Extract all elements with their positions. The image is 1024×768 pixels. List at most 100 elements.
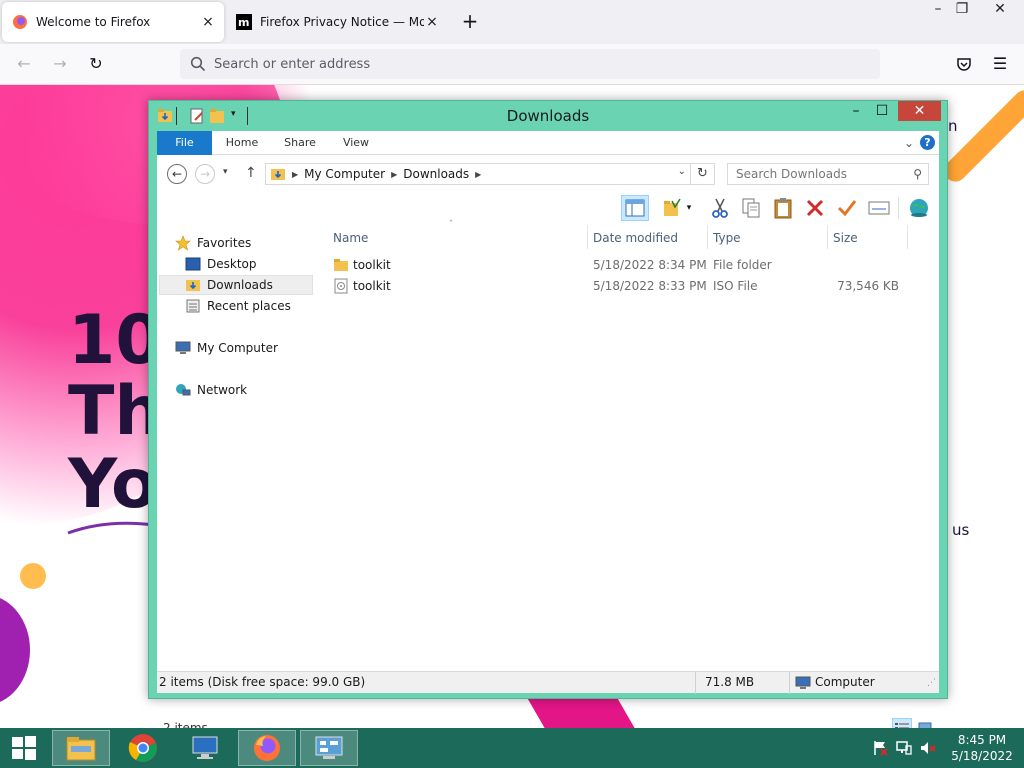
mozilla-icon: m xyxy=(236,14,252,30)
tab-share[interactable]: Share xyxy=(277,131,323,155)
taskbar-control-panel[interactable] xyxy=(300,730,358,766)
close-window-button[interactable]: ✕ xyxy=(898,101,941,121)
clipboard-icon xyxy=(774,198,792,219)
new-tab-button[interactable]: + xyxy=(458,10,482,34)
computer-icon xyxy=(192,736,218,759)
breadcrumb-my-computer[interactable]: My Computer xyxy=(304,167,385,181)
file-size: 73,546 KB xyxy=(837,279,899,293)
file-date: 5/18/2022 8:34 PM xyxy=(593,258,707,272)
file-row[interactable]: toolkit 5/18/2022 8:34 PM File folder xyxy=(327,255,939,276)
globe-button[interactable] xyxy=(905,195,933,221)
properties-button[interactable] xyxy=(865,195,893,221)
firefox-nav-bar: ← → ↻ Search or enter address ☰ xyxy=(0,44,1024,85)
taskbar-clock[interactable]: 8:45 PM 5/18/2022 xyxy=(946,732,1018,764)
forward-arrow-icon[interactable]: → xyxy=(48,52,72,76)
paste-button[interactable] xyxy=(769,195,797,221)
status-bar: 2 items (Disk free space: 99.0 GB) 71.8 … xyxy=(157,671,939,694)
taskbar-chrome[interactable] xyxy=(114,730,172,766)
start-button[interactable] xyxy=(0,728,48,768)
search-icon xyxy=(190,56,206,72)
taskbar-file-explorer[interactable] xyxy=(52,730,110,766)
svg-text:m: m xyxy=(238,16,249,29)
file-row[interactable]: toolkit 5/18/2022 8:33 PM ISO File 73,54… xyxy=(327,276,939,297)
tab-title: Firefox Privacy Notice — Mozilla xyxy=(260,15,424,29)
maximize-icon[interactable]: ☐ xyxy=(869,101,895,121)
clock-time: 8:45 PM xyxy=(957,733,1007,747)
delete-button[interactable] xyxy=(801,195,829,221)
forward-arrow-icon[interactable]: → xyxy=(195,164,215,184)
navigation-pane: Favorites Desktop Downloads Recent place… xyxy=(157,223,317,667)
column-header-size[interactable]: Size xyxy=(833,228,858,248)
explorer-title-bar[interactable]: ▾ Downloads – ☐ ✕ xyxy=(149,101,947,131)
taskbar-firefox[interactable] xyxy=(238,730,296,766)
taskbar-computer[interactable] xyxy=(176,730,234,766)
copy-icon xyxy=(742,198,760,218)
url-placeholder: Search or enter address xyxy=(214,56,371,72)
search-icon: ⚲ xyxy=(913,167,922,181)
back-arrow-icon[interactable]: ← xyxy=(167,164,187,184)
reload-icon[interactable]: ↻ xyxy=(84,52,108,76)
nav-downloads[interactable]: Downloads xyxy=(159,275,313,295)
preview-pane-button[interactable] xyxy=(621,195,649,221)
action-center-flag-icon[interactable] xyxy=(872,740,888,756)
search-placeholder: Search Downloads xyxy=(736,167,847,181)
folder-icon xyxy=(334,259,348,271)
change-view-button[interactable]: ▾ xyxy=(657,195,697,221)
help-icon[interactable]: ? xyxy=(920,135,935,150)
sort-indicator-icon: ˄ xyxy=(449,219,453,228)
file-list: ˄ Name Date modified Type Size toolkit 5… xyxy=(327,219,939,667)
address-dropdown-icon[interactable]: ⌄ xyxy=(678,166,686,177)
clock-date: 5/18/2022 xyxy=(951,749,1013,763)
firefox-icon xyxy=(13,15,27,29)
rename-button[interactable] xyxy=(833,195,861,221)
pocket-icon[interactable] xyxy=(952,52,976,76)
nav-network[interactable]: Network xyxy=(175,380,315,400)
scissors-icon xyxy=(712,198,728,218)
restore-icon[interactable]: ❐ xyxy=(944,0,980,20)
breadcrumb-separator-icon[interactable]: ▶ xyxy=(475,170,481,179)
search-input[interactable]: Search Downloads ⚲ xyxy=(727,163,929,185)
close-tab-icon[interactable]: × xyxy=(200,14,216,30)
breadcrumb-separator-icon[interactable]: ▶ xyxy=(391,170,397,179)
minimize-icon[interactable]: – xyxy=(843,101,869,121)
tab-file[interactable]: File xyxy=(157,131,212,155)
column-header-name[interactable]: Name xyxy=(333,228,368,248)
copy-button[interactable] xyxy=(737,195,765,221)
nav-desktop[interactable]: Desktop xyxy=(185,254,315,274)
tab-view[interactable]: View xyxy=(333,131,379,155)
network-status-icon[interactable] xyxy=(896,740,912,756)
cut-button[interactable] xyxy=(706,195,734,221)
resize-grip-icon[interactable]: ⋰ xyxy=(927,678,936,688)
back-arrow-icon[interactable]: ← xyxy=(12,52,36,76)
close-tab-icon[interactable]: × xyxy=(424,14,440,30)
status-location: Computer xyxy=(815,675,875,689)
delete-icon xyxy=(806,199,824,217)
address-bar[interactable]: ▶ My Computer ▶ Downloads ▶ ⌄ xyxy=(265,163,691,185)
expand-ribbon-icon[interactable]: ⌄ xyxy=(904,136,914,150)
nav-my-computer[interactable]: My Computer xyxy=(175,338,315,358)
tab-welcome-to-firefox[interactable]: Welcome to Firefox × xyxy=(2,2,224,42)
system-tray xyxy=(872,740,936,756)
file-date: 5/18/2022 8:33 PM xyxy=(593,279,707,293)
url-bar[interactable]: Search or enter address xyxy=(180,49,880,79)
recent-locations-icon[interactable]: ▾ xyxy=(223,167,228,177)
recent-places-icon xyxy=(186,299,200,313)
up-arrow-icon[interactable]: ↑ xyxy=(245,165,257,181)
firefox-icon xyxy=(254,735,280,761)
folder-options-icon xyxy=(663,198,681,216)
column-header-type[interactable]: Type xyxy=(713,228,741,248)
command-toolbar: ▾ xyxy=(157,193,939,223)
hamburger-menu-icon[interactable]: ☰ xyxy=(988,52,1012,76)
volume-muted-icon[interactable] xyxy=(920,740,936,756)
breadcrumb-separator-icon[interactable]: ▶ xyxy=(292,170,298,179)
tab-home[interactable]: Home xyxy=(219,131,265,155)
preview-pane-icon xyxy=(625,199,645,217)
nav-favorites[interactable]: Favorites xyxy=(175,233,315,253)
column-header-date-modified[interactable]: Date modified xyxy=(593,228,678,248)
close-window-icon[interactable]: ✕ xyxy=(982,0,1018,20)
tab-privacy-notice[interactable]: m Firefox Privacy Notice — Mozilla × xyxy=(226,2,448,42)
refresh-icon[interactable]: ↻ xyxy=(691,163,715,185)
control-panel-icon xyxy=(315,736,343,759)
nav-recent-places[interactable]: Recent places xyxy=(185,296,315,316)
breadcrumb-downloads[interactable]: Downloads xyxy=(403,167,469,181)
